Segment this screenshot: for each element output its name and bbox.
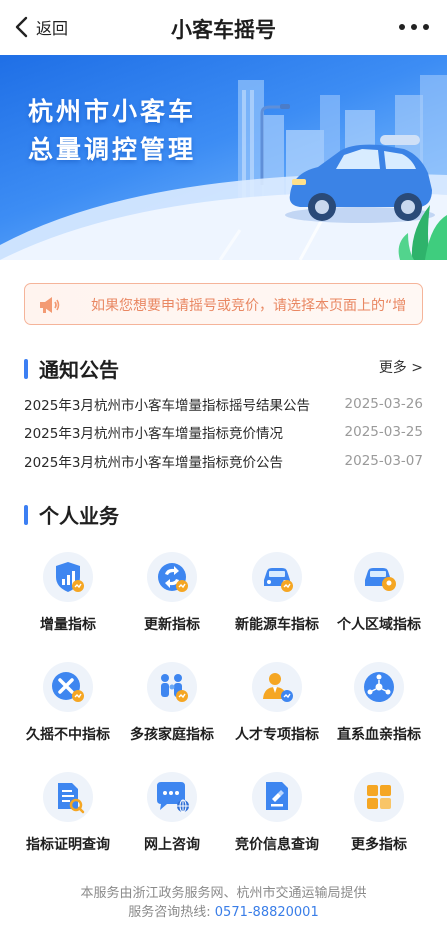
hero-banner: 杭州市小客车 总量调控管理: [0, 55, 447, 260]
dot-icon: [399, 24, 405, 30]
service-label: 个人区域指标: [337, 617, 421, 633]
announcement-date: 2025-03-26: [344, 396, 423, 412]
service-more-quotas[interactable]: 更多指标: [323, 772, 435, 862]
service-relatives-quota[interactable]: 直系血亲指标: [323, 662, 435, 752]
service-label: 更新指标: [144, 617, 200, 633]
navbar: 返回 小客车摇号: [0, 0, 447, 55]
announcements-more-link[interactable]: 更多 >: [379, 357, 423, 377]
car-location-icon: [365, 568, 396, 591]
document-search-icon: [58, 783, 85, 814]
section-accent-bar: [24, 358, 28, 379]
announcements-header: 通知公告: [24, 354, 119, 383]
service-ev-quota[interactable]: 新能源车指标: [221, 552, 333, 642]
service-label: 久摇不中指标: [26, 727, 110, 743]
notice-bar[interactable]: 如果您想要申请摇号或竞价，请选择本页面上的“增: [24, 283, 423, 325]
service-icon-bg: [147, 662, 197, 712]
announcement-date: 2025-03-25: [344, 424, 423, 440]
dot-icon: [423, 24, 429, 30]
service-icon-bg: [252, 662, 302, 712]
family-icon: [161, 674, 188, 702]
service-label: 指标证明查询: [26, 837, 110, 853]
dot-icon: [411, 24, 417, 30]
services-header: 个人业务: [24, 500, 119, 529]
announcement-title: 2025年3月杭州市小客车增量指标竞价情况: [24, 426, 283, 442]
announcement-item[interactable]: 2025年3月杭州市小客车增量指标摇号结果公告 2025-03-26: [24, 392, 423, 416]
more-menu-button[interactable]: [399, 18, 429, 36]
service-online-consult[interactable]: 网上咨询: [116, 772, 228, 862]
footer-provider: 本服务由浙江政务服务网、杭州市交通运输局提供: [80, 886, 367, 901]
service-icon-bg: [43, 662, 93, 712]
megaphone-icon: [40, 297, 60, 313]
service-label: 竞价信息查询: [235, 837, 319, 853]
service-quota-certificate-query[interactable]: 指标证明查询: [12, 772, 124, 862]
grid-icon: [367, 785, 391, 809]
service-long-wait-quota[interactable]: 久摇不中指标: [12, 662, 124, 752]
chevron-left-icon: [15, 16, 28, 38]
service-icon-bg: [147, 772, 197, 822]
service-label: 增量指标: [40, 617, 96, 633]
section-accent-bar: [24, 504, 28, 525]
hotline-number[interactable]: 0571-88820001: [215, 905, 319, 920]
hotline-label: 服务咨询热线:: [128, 905, 211, 920]
service-icon-bg: [354, 662, 404, 712]
service-increment-quota[interactable]: 增量指标: [12, 552, 124, 642]
service-label: 人才专项指标: [235, 727, 319, 743]
service-icon-bg: [43, 772, 93, 822]
service-label: 新能源车指标: [235, 617, 319, 633]
service-icon-bg: [252, 552, 302, 602]
service-icon-bg: [354, 552, 404, 602]
notice-text: 如果您想要申请摇号或竞价，请选择本页面上的“增: [91, 298, 407, 314]
service-label: 直系血亲指标: [337, 727, 421, 743]
service-label: 更多指标: [351, 837, 407, 853]
banner-title-line2: 总量调控管理: [28, 135, 197, 164]
footer-hotline: 服务咨询热线: 0571-88820001: [0, 901, 447, 920]
service-icon-bg: [147, 552, 197, 602]
announcement-item[interactable]: 2025年3月杭州市小客车增量指标竞价公告 2025-03-07: [24, 449, 423, 473]
ev-car-icon: [264, 568, 293, 592]
service-icon-bg: [43, 552, 93, 602]
cross-icon: [52, 672, 84, 702]
refresh-icon: [158, 563, 188, 592]
service-regional-quota[interactable]: 个人区域指标: [323, 552, 435, 642]
service-icon-bg: [252, 772, 302, 822]
banner-title: 杭州市小客车 总量调控管理: [28, 93, 196, 169]
service-label: 网上咨询: [144, 837, 200, 853]
chat-icon: [157, 782, 189, 813]
service-multi-child-quota[interactable]: 多孩家庭指标: [116, 662, 228, 752]
back-button[interactable]: 返回: [14, 12, 68, 42]
bid-document-icon: [266, 782, 288, 810]
announcement-item[interactable]: 2025年3月杭州市小客车增量指标竞价情况 2025-03-25: [24, 420, 423, 444]
shield-growth-icon: [56, 562, 84, 592]
service-icon-bg: [354, 772, 404, 822]
banner-title-line1: 杭州市小客车: [28, 97, 197, 126]
service-bid-info-query[interactable]: 竞价信息查询: [221, 772, 333, 862]
services-heading: 个人业务: [39, 504, 119, 528]
announcement-date: 2025-03-07: [344, 453, 423, 469]
announcement-title: 2025年3月杭州市小客车增量指标竞价公告: [24, 455, 283, 471]
announcement-title: 2025年3月杭州市小客车增量指标摇号结果公告: [24, 398, 310, 414]
service-label: 多孩家庭指标: [130, 727, 214, 743]
relatives-icon: [364, 672, 394, 702]
talent-icon: [263, 673, 293, 702]
back-label: 返回: [36, 19, 69, 38]
announcements-heading: 通知公告: [39, 358, 119, 382]
service-talent-quota[interactable]: 人才专项指标: [221, 662, 333, 752]
service-renew-quota[interactable]: 更新指标: [116, 552, 228, 642]
